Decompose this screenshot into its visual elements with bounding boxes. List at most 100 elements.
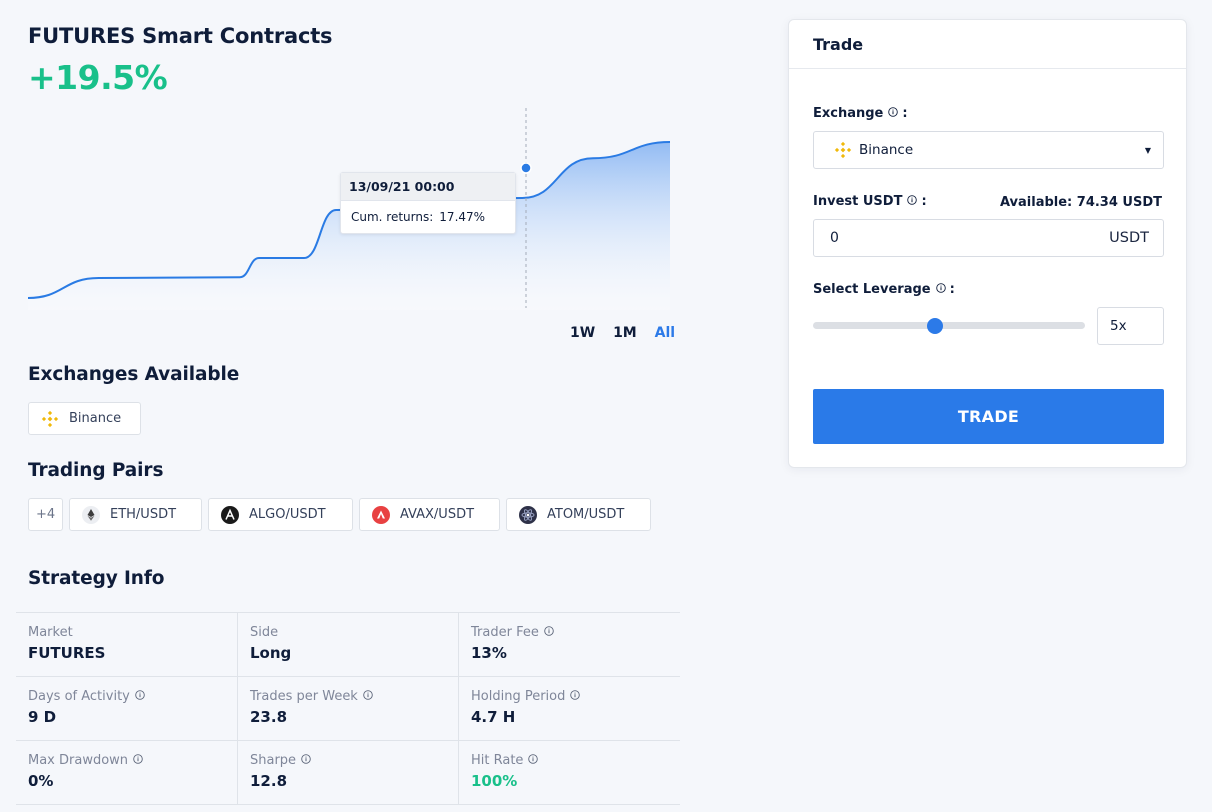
return-percentage: +19.5% <box>28 58 168 97</box>
invest-amount-input[interactable]: 0 USDT <box>813 219 1164 257</box>
tooltip-date: 13/09/21 00:00 <box>341 173 515 201</box>
pair-chip-algo[interactable]: ALGO/USDT <box>208 498 353 531</box>
binance-icon <box>834 141 852 159</box>
exchange-label-text: Exchange <box>813 106 884 121</box>
strategy-cell-label-text: Holding Period <box>471 689 566 704</box>
strategy-cell-label-text: Hit Rate <box>471 753 524 768</box>
strategy-info-heading: Strategy Info <box>28 568 165 589</box>
info-icon[interactable] <box>935 282 946 297</box>
pair-chip-label: AVAX/USDT <box>400 507 475 522</box>
info-icon[interactable] <box>363 689 373 704</box>
tooltip-label: Cum. returns: <box>351 210 434 224</box>
strategy-cell-label-text: Trades per Week <box>250 689 358 704</box>
leverage-slider[interactable] <box>813 317 1085 334</box>
exchange-chip-binance[interactable]: Binance <box>28 402 141 435</box>
strategy-cell-value: 0% <box>28 772 54 790</box>
info-icon[interactable] <box>570 689 581 704</box>
exchange-chip-label: Binance <box>69 411 122 426</box>
strategy-cell: Market FUTURES <box>16 613 237 677</box>
strategy-cell-value: 9 D <box>28 708 57 726</box>
avax-icon <box>372 505 390 524</box>
pair-chip-atom[interactable]: ATOM/USDT <box>506 498 651 531</box>
invest-label: Invest USDT : <box>813 194 927 209</box>
tooltip-value: 17.47% <box>439 210 486 224</box>
eth-icon <box>82 505 100 524</box>
strategy-cell: Max Drawdown 0% <box>16 741 237 805</box>
pair-chip-eth[interactable]: ETH/USDT <box>69 498 202 531</box>
exchanges-heading: Exchanges Available <box>28 364 240 385</box>
info-icon[interactable] <box>135 689 145 704</box>
tooltip-row: Cum. returns: 17.47% <box>341 201 515 233</box>
trade-button[interactable]: TRADE <box>813 389 1164 444</box>
strategy-cell-value: 13% <box>471 644 507 662</box>
leverage-slider-thumb[interactable] <box>927 317 944 334</box>
leverage-label-text: Select Leverage <box>813 282 931 297</box>
strategy-cell: Trader Fee 13% <box>458 613 680 677</box>
strategy-cell-label: Holding Period <box>471 689 680 704</box>
exchange-label: Exchange : <box>813 106 908 121</box>
caret-down-icon: ▼ <box>1144 145 1151 155</box>
trade-panel: Trade Exchange : Binance ▼ Invest USDT :… <box>788 19 1187 468</box>
hover-marker <box>520 162 532 174</box>
strategy-cell-label: Trades per Week <box>250 689 458 704</box>
strategy-cell-label-text: Trader Fee <box>471 625 539 640</box>
available-balance: Available: 74.34 USDT <box>999 195 1162 210</box>
label-colon: : <box>902 106 908 121</box>
more-pairs-button[interactable]: +4 <box>28 498 63 531</box>
info-icon[interactable] <box>301 753 311 768</box>
strategy-cell-label: Trader Fee <box>471 625 680 640</box>
leverage-label: Select Leverage : <box>813 282 955 297</box>
algo-icon <box>221 505 239 524</box>
pair-chip-label: ALGO/USDT <box>249 507 326 522</box>
strategy-cell-label-text: Market <box>28 625 73 640</box>
info-icon[interactable] <box>528 753 539 768</box>
leverage-input[interactable]: 5x <box>1097 307 1164 345</box>
strategy-info-grid: Market FUTURES Side Long Trader Fee 13% Days o… <box>16 612 680 805</box>
exchange-select-value: Binance <box>859 142 914 158</box>
atom-icon <box>519 505 537 524</box>
info-icon[interactable] <box>907 194 918 209</box>
range-selector: 1W 1M All <box>570 325 675 341</box>
chart-tooltip: 13/09/21 00:00 Cum. returns: 17.47% <box>340 172 516 234</box>
label-colon: : <box>949 282 955 297</box>
binance-icon <box>41 410 59 428</box>
trading-pairs-heading: Trading Pairs <box>28 460 164 481</box>
strategy-cell-value: 4.7 H <box>471 708 516 726</box>
strategy-cell-label-text: Max Drawdown <box>28 753 129 768</box>
strategy-cell-value: 23.8 <box>250 708 288 726</box>
strategy-cell-label: Market <box>28 625 237 640</box>
strategy-cell: Days of Activity 9 D <box>16 677 237 741</box>
strategy-cell: Holding Period 4.7 H <box>458 677 680 741</box>
pair-chip-avax[interactable]: AVAX/USDT <box>359 498 500 531</box>
invest-unit: USDT <box>1109 230 1149 246</box>
strategy-cell: Hit Rate 100% <box>458 741 680 805</box>
strategy-cell-label: Sharpe <box>250 753 458 768</box>
range-1m-button[interactable]: 1M <box>613 325 637 341</box>
pair-chip-label: ATOM/USDT <box>547 507 625 522</box>
strategy-cell-value: FUTURES <box>28 644 106 662</box>
strategy-cell: Trades per Week 23.8 <box>237 677 458 741</box>
info-icon[interactable] <box>544 625 554 640</box>
pair-chip-label: ETH/USDT <box>110 507 177 522</box>
exchange-select[interactable]: Binance ▼ <box>813 131 1164 169</box>
more-pairs-count: +4 <box>36 507 56 522</box>
strategy-cell-label-text: Side <box>250 625 279 640</box>
range-1w-button[interactable]: 1W <box>570 325 595 341</box>
trade-panel-title: Trade <box>789 20 1186 69</box>
info-icon[interactable] <box>133 753 143 768</box>
strategy-cell: Side Long <box>237 613 458 677</box>
range-all-button[interactable]: All <box>655 325 675 341</box>
label-colon: : <box>921 194 927 209</box>
info-icon[interactable] <box>888 106 899 121</box>
strategy-cell-label-text: Days of Activity <box>28 689 130 704</box>
strategy-cell-value: 12.8 <box>250 772 288 790</box>
strategy-cell-label: Side <box>250 625 458 640</box>
invest-label-text: Invest USDT <box>813 194 903 209</box>
strategy-cell-label: Hit Rate <box>471 753 680 768</box>
strategy-cell: Sharpe 12.8 <box>237 741 458 805</box>
strategy-cell-label: Days of Activity <box>28 689 237 704</box>
strategy-cell-value: Long <box>250 644 292 662</box>
strategy-title: FUTURES Smart Contracts <box>28 24 333 48</box>
returns-chart[interactable]: 13/09/21 00:00 Cum. returns: 17.47% <box>28 105 670 310</box>
strategy-cell-label: Max Drawdown <box>28 753 237 768</box>
